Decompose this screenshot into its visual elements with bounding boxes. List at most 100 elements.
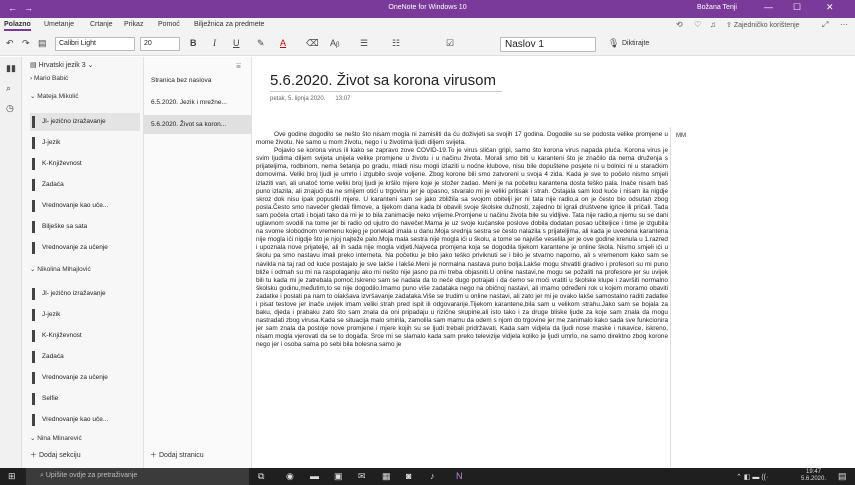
section-color [32,116,35,128]
app-icon[interactable]: ▦ [382,471,391,482]
section-item[interactable]: J-jezik [30,306,140,324]
bold-button[interactable]: B [190,38,197,48]
lightbulb-icon[interactable]: ♡ [694,20,701,29]
recent-icon[interactable]: ◷ [6,103,14,114]
sort-icon[interactable]: ⩸ [236,61,241,71]
section-color [32,242,35,254]
section-item[interactable]: Zadaća [30,176,140,194]
explorer-icon[interactable]: ▬ [310,471,319,481]
checkbox-icon[interactable]: ☑ [446,38,454,49]
tab-biljeznica[interactable]: Bilježnica za predmete [194,21,264,28]
dictate-button[interactable]: Diktirajte [622,40,649,47]
section-group-nina[interactable]: ⌄ Nina Mlinarević [30,434,82,442]
clock-time: 19:47 [806,469,822,475]
page-canvas[interactable]: 5.6.2020. Život sa korona virusom petak,… [252,57,855,468]
section-item[interactable]: K-Književnost [30,327,140,345]
italic-button[interactable]: I [213,38,216,48]
taskbar-search[interactable]: ⌕ Upišite ovdje za pretraživanje [26,468,249,485]
font-color-icon[interactable]: A [280,38,286,48]
redo-icon[interactable]: ↷ [22,38,30,49]
clock-date: 5.6.2020. [801,476,827,482]
ribbon-toolbar: ↶ ↷ ▤ Calibri Light 20 B I U ✎ A ⌫ Aᵦ ☰ … [0,34,855,56]
tab-crtanje[interactable]: Crtanje [90,21,113,28]
microphone-icon[interactable]: 🎙 [608,38,619,49]
tab-polazno[interactable]: Polazno [4,21,31,31]
share-button[interactable]: ⇪ Zajedničko korištenje [726,21,800,29]
pages-pane: ⩸ Stranica bez naslova 6.5.2020. Jezik i… [144,57,252,468]
section-color [32,179,35,191]
user-name[interactable]: Božana Tenji [697,4,737,11]
section-label: J-jezik [42,139,61,146]
section-item[interactable]: Vrednovanje kao uče... [30,411,140,429]
section-group-mateja[interactable]: ⌄ Mateja Mikolić [30,92,78,100]
page-title[interactable]: 5.6.2020. Život sa korona virusom [270,72,502,92]
minimize-button[interactable]: — [764,2,773,12]
side-note[interactable]: MM [676,133,686,139]
tray-icons[interactable]: ⌃ ◧ ▬ ((· [736,473,768,481]
section-label: Jl- jezično izražavanje [42,290,106,297]
search-icon[interactable]: ⌕ [6,83,11,94]
title-bar: ← → OneNote for Windows 10 Božana Tenji … [0,0,855,18]
page-item[interactable]: 5.6.2020. Život sa koron... [144,115,252,134]
restore-button[interactable]: ☐ [793,2,801,13]
add-section-button[interactable]: ＋ Dodaj sekciju [30,450,81,460]
section-item[interactable]: Vrednovanje za učenje [30,239,140,257]
paragraph[interactable]: Pojavio se korona virus ili kako se zapr… [256,147,668,349]
onenote-icon[interactable]: N [456,471,463,481]
photos-icon[interactable]: ◙ [406,471,411,481]
windows-start-icon[interactable]: ⊞ [8,471,16,482]
section-item[interactable]: Selfie [30,390,140,408]
underline-button[interactable]: U [233,38,240,48]
section-group-nikolina[interactable]: ⌄ Nikolina Mihajlović [30,265,91,273]
font-name-box[interactable]: Calibri Light [55,37,135,51]
store-icon[interactable]: ▣ [334,471,343,482]
section-item[interactable]: Jl- jezično izražavanje [30,285,140,303]
paragraph[interactable]: Ove godine dogodilo se nešto što nisam m… [256,131,668,147]
mail-icon[interactable]: ✉ [358,471,366,482]
expand-icon[interactable]: ⤢ [822,20,828,30]
undo-icon[interactable]: ↶ [6,38,14,49]
sync-icon[interactable]: ⟲ [676,20,683,29]
style-dropdown[interactable]: Naslov 1 [500,37,596,52]
note-container[interactable]: Ove godine dogodilo se nešto što nisam m… [256,131,668,350]
chrome-icon[interactable]: ◉ [286,471,294,482]
section-item[interactable]: K-Književnost [30,155,140,173]
section-group-mario[interactable]: › Mario Babić [30,75,68,82]
section-item[interactable]: Vrednovanje za učenje [30,369,140,387]
section-item[interactable]: Bilješke sa sata [30,218,140,236]
section-color [32,414,35,426]
task-view-icon[interactable]: ⧉ [258,471,264,482]
section-item[interactable]: Vrednovanje kao uče... [30,197,140,215]
notebooks-icon[interactable]: ▮▮ [6,63,16,74]
page-time: 13:07 [335,96,351,102]
section-color [32,309,35,321]
group-label: Mateja Mikolić [37,93,79,100]
clear-format-icon[interactable]: ⌫ [306,38,319,49]
section-label: Jl- jezično izražavanje [42,118,106,125]
media-icon[interactable]: ♪ [430,471,435,481]
font-size-box[interactable]: 20 [140,37,180,51]
clipboard-icon[interactable]: ▤ [38,38,47,49]
more-icon[interactable]: ⋯ [840,20,848,29]
section-color [32,288,35,300]
close-button[interactable]: ✕ [826,2,834,13]
notification-icon[interactable]: ▤ [838,471,847,482]
add-page-button[interactable]: ＋ Dodaj stranicu [150,450,204,460]
notebook-name: Hrvatski jezik 3 [38,62,86,69]
numbering-icon[interactable]: ☷ [392,38,400,49]
bell-icon[interactable]: ♫ [710,20,716,29]
tab-umetanje[interactable]: Umetanje [44,21,74,28]
tab-prikaz[interactable]: Prikaz [124,21,143,28]
clock[interactable]: 19:47 5.6.2020. [801,469,826,483]
notebook-selector[interactable]: ▤ Hrvatski jezik 3 ⌄ [30,61,93,69]
page-item[interactable]: 6.5.2020. Jezik i mrežne... [144,93,252,112]
section-label: Vrednovanje za učenje [42,244,108,251]
text-size-icon[interactable]: Aᵦ [330,38,339,48]
page-item[interactable]: Stranica bez naslova [144,71,252,90]
highlight-icon[interactable]: ✎ [257,38,265,49]
bullets-icon[interactable]: ☰ [360,38,368,49]
tab-pomoc[interactable]: Pomoć [158,21,180,28]
section-item[interactable]: J-jezik [30,134,140,152]
section-item[interactable]: Zadaća [30,348,140,366]
section-item[interactable]: Jl- jezično izražavanje [30,113,140,131]
